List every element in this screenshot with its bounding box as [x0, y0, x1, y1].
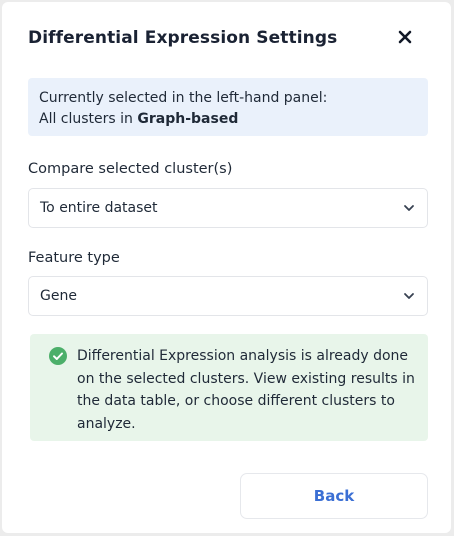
- back-button[interactable]: Back: [240, 473, 428, 519]
- analysis-done-notice: Differential Expression analysis is alre…: [30, 334, 428, 441]
- feature-type-select[interactable]: Gene: [28, 276, 428, 316]
- compare-select[interactable]: To entire dataset: [28, 188, 428, 228]
- differential-expression-dialog: Differential Expression Settings Current…: [2, 2, 451, 533]
- check-circle-icon: [49, 347, 67, 365]
- feature-type-label: Feature type: [28, 250, 120, 266]
- feature-type-select-value: Gene: [40, 288, 77, 304]
- selection-info-line2: All clusters in Graph-based: [39, 109, 417, 130]
- compare-select-value: To entire dataset: [40, 200, 158, 216]
- chevron-down-icon: [404, 205, 414, 211]
- close-icon: [398, 30, 412, 44]
- dialog-title: Differential Expression Settings: [28, 28, 338, 48]
- selection-info-prefix: All clusters in: [39, 111, 138, 127]
- selection-info-line1: Currently selected in the left-hand pane…: [39, 90, 328, 106]
- compare-label: Compare selected cluster(s): [28, 161, 233, 177]
- selection-info-box: Currently selected in the left-hand pane…: [28, 78, 428, 136]
- analysis-done-message: Differential Expression analysis is alre…: [77, 348, 415, 432]
- chevron-down-icon: [404, 293, 414, 299]
- selection-info-clustering: Graph-based: [137, 111, 239, 127]
- close-button[interactable]: [392, 24, 418, 50]
